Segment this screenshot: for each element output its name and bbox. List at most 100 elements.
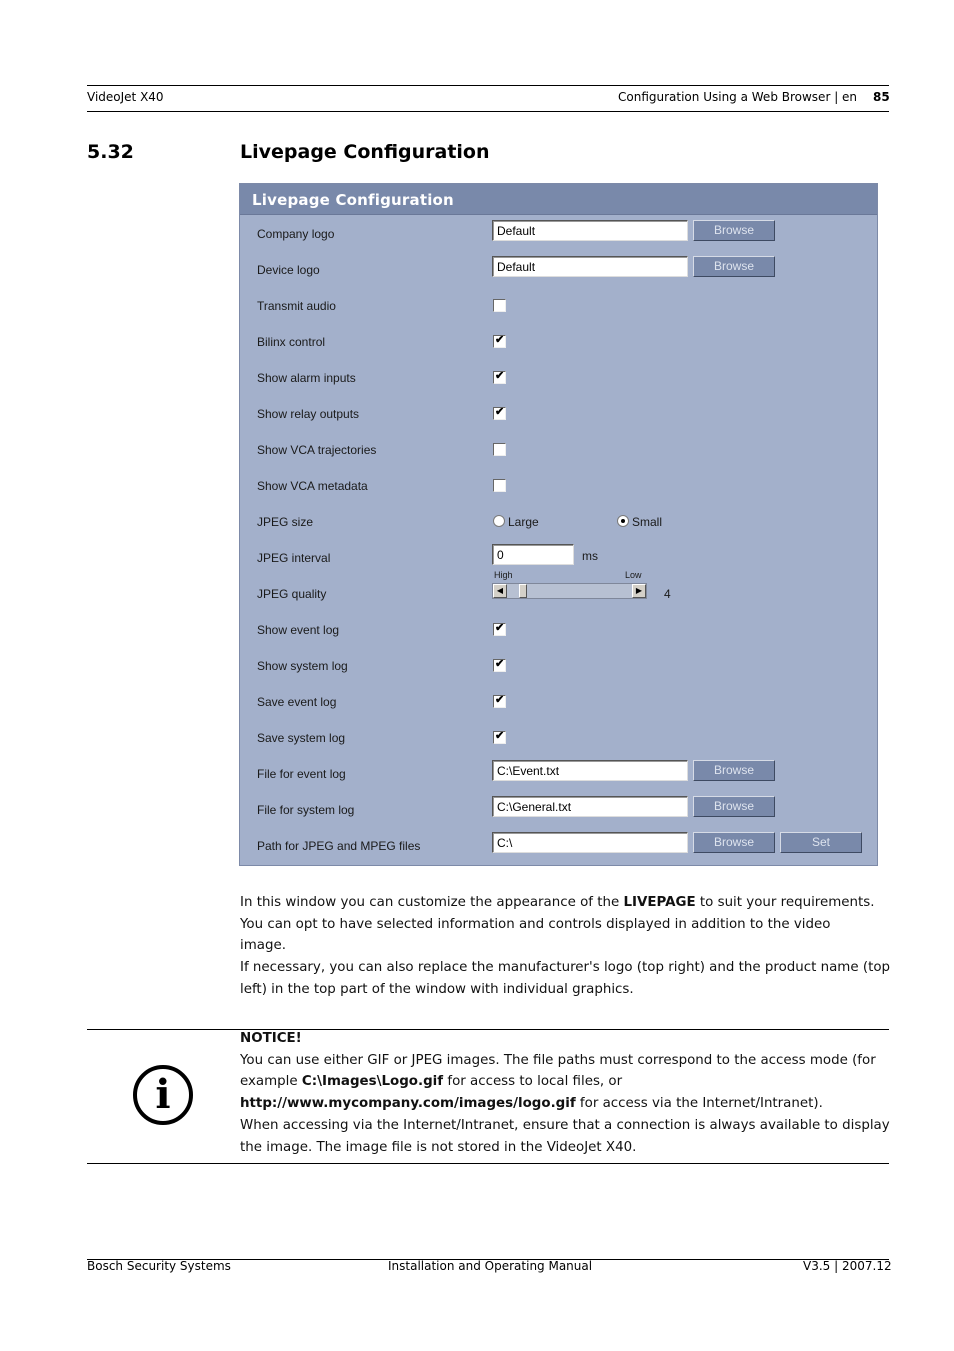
path-jpeg-mpeg-label: Path for JPEG and MPEG files	[257, 839, 421, 853]
device-logo-input[interactable]	[492, 256, 688, 277]
row-path-jpeg-mpeg: Path for JPEG and MPEG files Browse Set	[240, 828, 877, 864]
device-logo-label: Device logo	[257, 263, 320, 277]
row-bilinx-control: Bilinx control ✔	[240, 324, 877, 360]
header-chapter: Configuration Using a Web Browser | en	[618, 90, 858, 104]
save-system-log-label: Save system log	[257, 731, 346, 745]
file-system-log-input[interactable]	[492, 796, 688, 817]
jpeg-interval-unit: ms	[582, 549, 598, 563]
row-device-logo: Device logo Browse	[240, 252, 877, 288]
header-product: VideoJet X40	[87, 90, 164, 104]
jpeg-quality-value: 4	[664, 587, 671, 601]
description-paragraph-2: You can opt to have selected information…	[240, 916, 831, 954]
livepage-config-panel: Livepage Configuration Company logo Brow…	[239, 183, 878, 866]
section-number: 5.32	[87, 141, 134, 163]
file-event-log-input[interactable]	[492, 760, 688, 781]
row-jpeg-size: JPEG size Large Small	[240, 504, 877, 540]
row-file-event-log: File for event log Browse	[240, 756, 877, 792]
jpeg-quality-high-label: High	[494, 570, 513, 580]
row-company-logo: Company logo Browse	[240, 216, 877, 252]
file-system-log-label: File for system log	[257, 803, 355, 817]
show-vca-trajectories-label: Show VCA trajectories	[257, 443, 377, 457]
transmit-audio-checkbox[interactable]	[493, 299, 506, 312]
bilinx-control-checkbox[interactable]: ✔	[493, 334, 506, 348]
company-logo-label: Company logo	[257, 227, 335, 241]
header-top-rule	[87, 85, 889, 86]
show-vca-metadata-checkbox[interactable]	[493, 479, 506, 492]
row-show-event-log: Show event log ✔	[240, 612, 877, 648]
show-vca-trajectories-checkbox[interactable]	[493, 443, 506, 456]
check-mark-icon: ✔	[495, 406, 505, 418]
show-relay-outputs-checkbox[interactable]: ✔	[493, 406, 506, 420]
footer-version: V3.5 | 2007.12	[803, 1259, 892, 1273]
row-jpeg-quality: JPEG quality High Low ◀ ▶ 4	[240, 570, 877, 612]
file-system-log-browse-button[interactable]: Browse	[693, 796, 775, 817]
path-jpeg-mpeg-input[interactable]	[492, 832, 688, 853]
path-jpeg-mpeg-set-button[interactable]: Set	[780, 832, 862, 853]
notice-heading: NOTICE!	[240, 1031, 302, 1046]
row-show-alarm-inputs: Show alarm inputs ✔	[240, 360, 877, 396]
jpeg-quality-label: JPEG quality	[257, 587, 327, 601]
header-bottom-rule	[87, 111, 889, 112]
info-icon: i	[133, 1065, 193, 1125]
row-jpeg-interval: JPEG interval ms	[240, 540, 877, 576]
footer-manual: Installation and Operating Manual	[388, 1259, 593, 1273]
company-logo-browse-button[interactable]: Browse	[693, 220, 775, 241]
jpeg-size-small-radio[interactable]	[617, 515, 629, 527]
check-mark-icon: ✔	[495, 370, 505, 382]
show-system-log-label: Show system log	[257, 659, 348, 673]
panel-title-bar: Livepage Configuration	[240, 184, 877, 215]
file-event-log-browse-button[interactable]: Browse	[693, 760, 775, 781]
show-relay-outputs-label: Show relay outputs	[257, 407, 360, 421]
description-paragraph-3: If necessary, you can also replace the m…	[240, 960, 891, 997]
description: In this window you can customize the app…	[240, 892, 900, 1001]
notice-bottom-rule	[87, 1163, 889, 1164]
notice: NOTICE! You can use either GIF or JPEG i…	[240, 1028, 890, 1158]
row-show-vca-metadata: Show VCA metadata	[240, 468, 877, 504]
path-jpeg-mpeg-browse-button[interactable]: Browse	[693, 832, 775, 853]
radio-selected-dot	[621, 519, 625, 523]
row-file-system-log: File for system log Browse	[240, 792, 877, 828]
company-logo-input[interactable]	[492, 220, 688, 241]
panel-title: Livepage Configuration	[252, 191, 454, 209]
footer-company: Bosch Security Systems	[87, 1259, 231, 1273]
check-mark-icon: ✔	[495, 658, 505, 670]
save-system-log-checkbox[interactable]: ✔	[493, 730, 506, 744]
check-mark-icon: ✔	[495, 622, 505, 634]
jpeg-size-small-label: Small	[632, 515, 663, 529]
show-system-log-checkbox[interactable]: ✔	[493, 658, 506, 672]
section-title: Livepage Configuration	[240, 141, 490, 163]
save-event-log-label: Save event log	[257, 695, 337, 709]
jpeg-size-large-label: Large	[508, 515, 539, 529]
notice-paragraph-1: You can use either GIF or JPEG images. T…	[240, 1052, 876, 1112]
check-mark-icon: ✔	[495, 730, 505, 742]
show-event-log-checkbox[interactable]: ✔	[493, 622, 506, 636]
notice-paragraph-2: When accessing via the Internet/Intranet…	[240, 1117, 890, 1155]
row-save-event-log: Save event log ✔	[240, 684, 877, 720]
jpeg-quality-low-label: Low	[625, 570, 642, 580]
show-vca-metadata-label: Show VCA metadata	[257, 479, 368, 493]
show-alarm-inputs-label: Show alarm inputs	[257, 371, 356, 385]
bilinx-control-label: Bilinx control	[257, 335, 326, 349]
device-logo-browse-button[interactable]: Browse	[693, 256, 775, 277]
page-number: 85	[873, 90, 890, 104]
file-event-log-label: File for event log	[257, 767, 346, 781]
save-event-log-checkbox[interactable]: ✔	[493, 694, 506, 708]
row-transmit-audio: Transmit audio	[240, 288, 877, 324]
check-mark-icon: ✔	[495, 694, 505, 706]
jpeg-size-large-radio[interactable]	[493, 515, 505, 527]
slider-right-arrow-icon[interactable]: ▶	[632, 584, 646, 598]
row-show-system-log: Show system log ✔	[240, 648, 877, 684]
show-alarm-inputs-checkbox[interactable]: ✔	[493, 370, 506, 384]
description-paragraph-1: In this window you can customize the app…	[240, 895, 875, 910]
row-save-system-log: Save system log ✔	[240, 720, 877, 756]
check-mark-icon: ✔	[495, 334, 505, 346]
slider-left-arrow-icon[interactable]: ◀	[493, 584, 507, 598]
jpeg-quality-slider[interactable]: ◀ ▶	[492, 583, 647, 599]
row-show-vca-trajectories: Show VCA trajectories	[240, 432, 877, 468]
show-event-log-label: Show event log	[257, 623, 340, 637]
jpeg-size-label: JPEG size	[257, 515, 314, 529]
row-show-relay-outputs: Show relay outputs ✔	[240, 396, 877, 432]
slider-thumb[interactable]	[518, 584, 527, 598]
transmit-audio-label: Transmit audio	[257, 299, 336, 313]
jpeg-interval-input[interactable]	[492, 544, 574, 565]
